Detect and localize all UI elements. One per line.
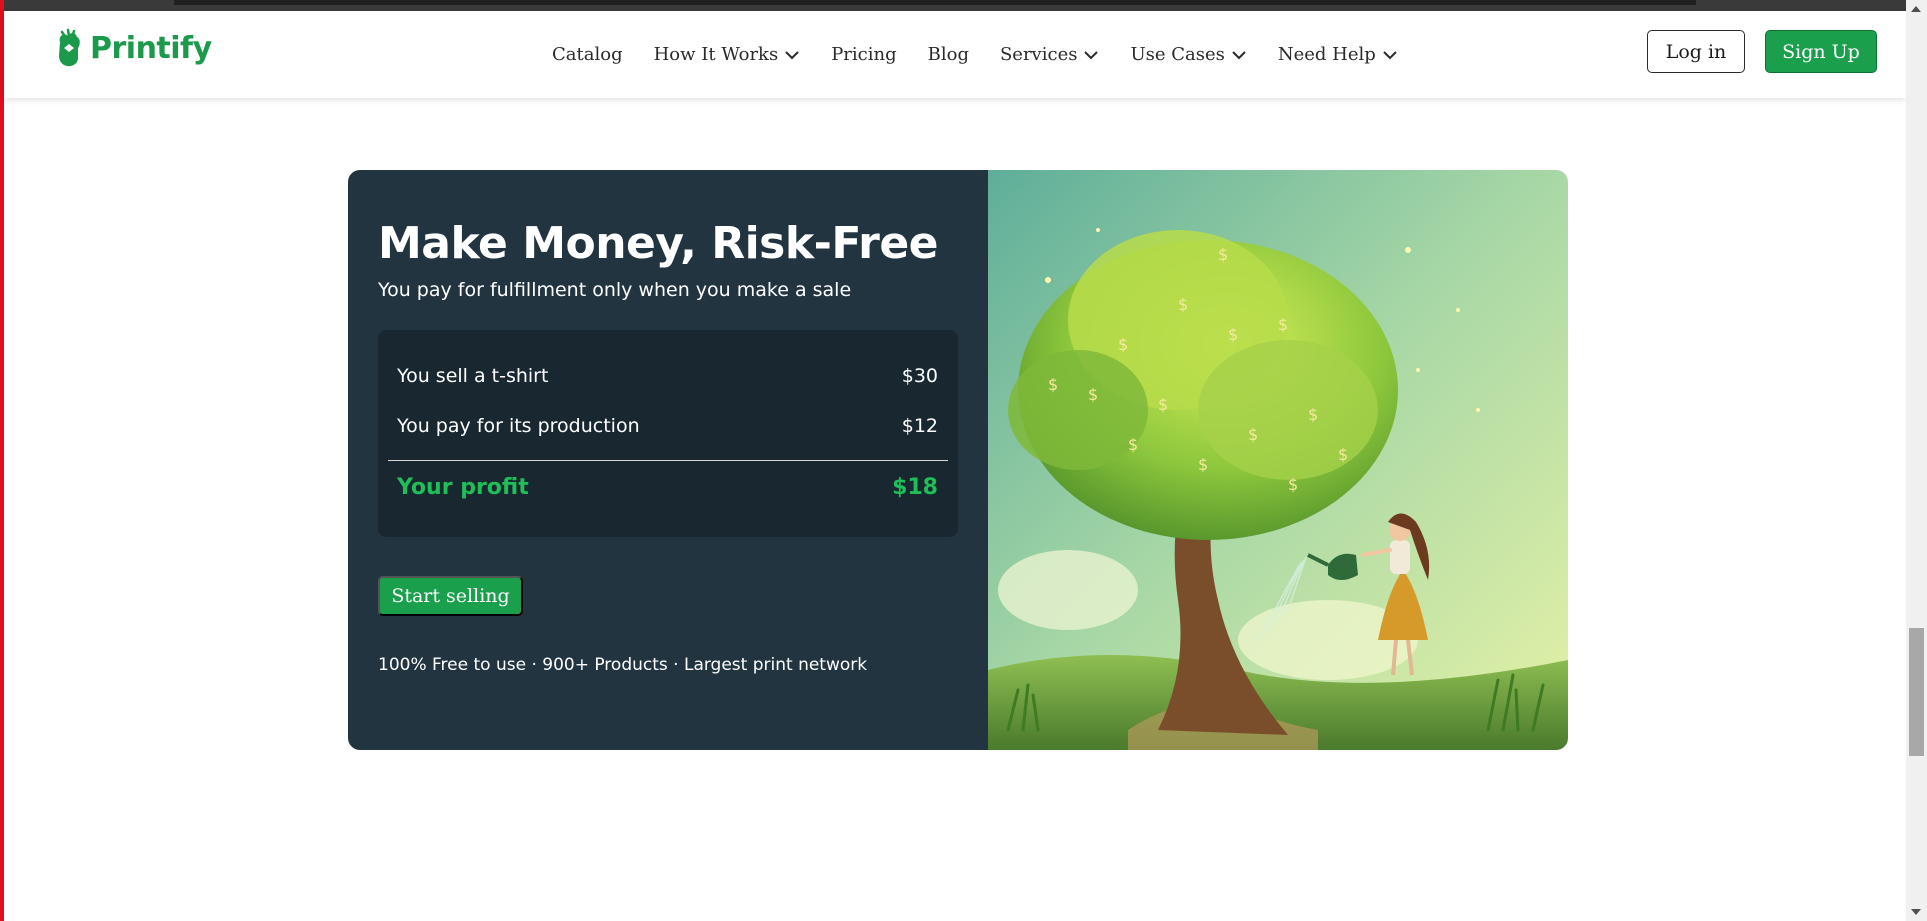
calc-row-profit: Your profit $18 <box>397 475 938 500</box>
nav-need-help[interactable]: Need Help <box>1278 44 1398 65</box>
profit-label: Your profit <box>397 475 529 500</box>
hero-footnote: 100% Free to use · 900+ Products · Large… <box>378 655 868 675</box>
hero-illustration: $ $ $ $ $ $ $ $ $ $ $ $ $ $ <box>988 170 1568 750</box>
printify-logo-icon <box>59 28 80 67</box>
svg-text:$: $ <box>1338 445 1348 464</box>
svg-text:$: $ <box>1158 395 1168 414</box>
start-selling-button[interactable]: Start selling <box>378 576 523 616</box>
brand-logo[interactable]: Printify <box>54 28 212 68</box>
svg-text:$: $ <box>1308 405 1318 424</box>
svg-text:$: $ <box>1278 315 1288 334</box>
scroll-up-icon[interactable] <box>1911 6 1921 12</box>
nav-label: Need Help <box>1277 44 1376 65</box>
calc-row-production: You pay for its production $12 <box>397 415 938 437</box>
chevron-down-icon <box>1383 50 1397 59</box>
calc-row-value: $30 <box>901 365 938 387</box>
scrollbar-thumb[interactable] <box>1909 628 1924 756</box>
nav-how-it-works[interactable]: How It Works <box>654 44 801 65</box>
svg-text:$: $ <box>1128 435 1138 454</box>
nav-use-cases[interactable]: Use Cases <box>1130 44 1246 65</box>
chevron-down-icon <box>785 50 799 59</box>
nav-label: Use Cases <box>1130 44 1225 65</box>
browser-top-strip <box>4 0 1906 11</box>
svg-text:$: $ <box>1118 335 1128 354</box>
brand-name: Printify <box>90 30 212 66</box>
calc-row-label: You pay for its production <box>397 415 640 437</box>
profit-value: $18 <box>892 475 938 500</box>
nav-services[interactable]: Services <box>1000 44 1099 65</box>
login-button[interactable]: Log in <box>1647 30 1745 73</box>
hero-subtitle: You pay for fulfillment only when you ma… <box>378 278 852 301</box>
nav-blog[interactable]: Blog <box>928 44 969 65</box>
chevron-down-icon <box>1084 50 1099 59</box>
scroll-down-icon[interactable] <box>1911 909 1921 915</box>
page-scrollbar[interactable] <box>1906 0 1927 921</box>
nav-pricing[interactable]: Pricing <box>831 44 896 65</box>
nav-label: Services <box>999 44 1078 65</box>
profit-calculator: You sell a t-shirt $30 You pay for its p… <box>378 330 958 537</box>
main-nav: Catalog How It Works Pricing Blog Servic… <box>552 11 1429 98</box>
chevron-down-icon <box>1232 50 1246 59</box>
svg-text:$: $ <box>1048 375 1058 394</box>
hero-text-panel: Make Money, Risk-Free You pay for fulfil… <box>348 170 988 750</box>
signup-button[interactable]: Sign Up <box>1765 30 1877 73</box>
money-tree-illustration: $ $ $ $ $ $ $ $ $ $ $ $ $ $ <box>988 170 1568 750</box>
calc-row-label: You sell a t-shirt <box>397 365 549 387</box>
nav-catalog[interactable]: Catalog <box>552 44 623 65</box>
site-header: Printify Catalog How It Works Pricing Bl… <box>4 11 1906 98</box>
svg-text:$: $ <box>1288 475 1298 494</box>
svg-text:$: $ <box>1088 385 1098 404</box>
calc-row-value: $12 <box>901 415 938 437</box>
hero-title: Make Money, Risk-Free <box>378 218 939 269</box>
nav-label: Catalog <box>552 44 623 65</box>
svg-text:$: $ <box>1178 295 1188 314</box>
svg-text:$: $ <box>1228 325 1238 344</box>
svg-text:$: $ <box>1198 455 1208 474</box>
browser-viewport: Printify Catalog How It Works Pricing Bl… <box>0 0 1927 921</box>
svg-text:$: $ <box>1218 245 1228 264</box>
svg-text:$: $ <box>1248 425 1258 444</box>
nav-label: How It Works <box>653 44 779 65</box>
calc-row-sell: You sell a t-shirt $30 <box>397 365 938 387</box>
nav-label: Blog <box>927 44 969 65</box>
nav-label: Pricing <box>831 44 897 65</box>
calc-divider <box>388 460 948 461</box>
